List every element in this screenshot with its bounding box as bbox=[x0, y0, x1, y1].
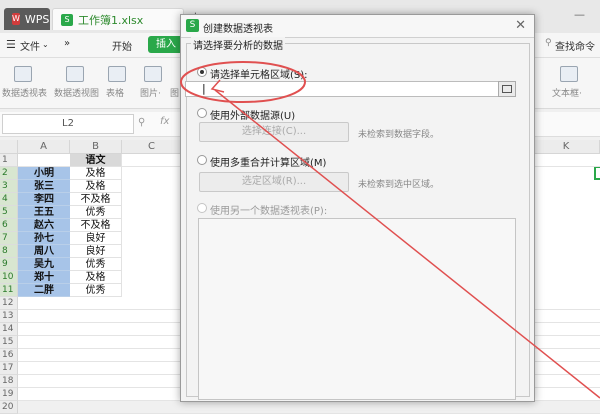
highlight-ellipse bbox=[180, 61, 306, 103]
annotation-arrow-line bbox=[214, 89, 600, 399]
annotation-arrowhead bbox=[210, 79, 225, 93]
annotation-overlay bbox=[180, 61, 600, 399]
row-header-20[interactable]: 20 bbox=[0, 401, 18, 414]
